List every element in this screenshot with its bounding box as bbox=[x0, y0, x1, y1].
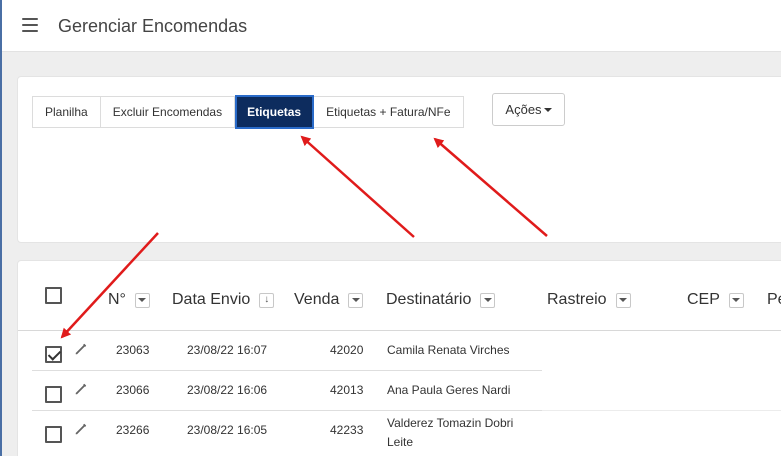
row-select-checkbox[interactable] bbox=[45, 346, 62, 363]
column-filter-dropdown-icon[interactable] bbox=[728, 292, 744, 308]
edit-pencil-icon[interactable] bbox=[74, 382, 88, 396]
tab-group: Planilha Excluir Encomendas Etiquetas Et… bbox=[32, 95, 464, 129]
column-header-destinatario: Destinatário bbox=[386, 291, 496, 309]
tab-excluir-encomendas[interactable]: Excluir Encomendas bbox=[100, 96, 236, 128]
hamburger-menu-icon[interactable] bbox=[22, 18, 38, 32]
cell-data-envio: 23/08/22 16:06 bbox=[187, 383, 268, 397]
sort-descending-icon[interactable]: ↓ bbox=[259, 292, 275, 308]
cell-venda: 42233 bbox=[330, 423, 364, 437]
actions-dropdown-button[interactable]: Ações bbox=[492, 93, 565, 126]
cell-data-envio: 23/08/22 16:05 bbox=[187, 423, 268, 437]
column-header-venda: Venda bbox=[294, 291, 364, 309]
table-row[interactable]: 23266 23/08/22 16:05 42233 Valderez Toma… bbox=[32, 411, 542, 453]
page-title: Gerenciar Encomendas bbox=[58, 16, 248, 36]
cell-venda: 42020 bbox=[330, 343, 364, 357]
column-header-numero: N° bbox=[108, 291, 150, 309]
actions-button-label: Ações bbox=[505, 102, 542, 117]
actions-panel: Planilha Excluir Encomendas Etiquetas Et… bbox=[17, 76, 781, 243]
edit-pencil-icon[interactable] bbox=[74, 422, 88, 436]
column-label: Venda bbox=[294, 291, 340, 308]
column-header-pe: Pe bbox=[767, 291, 781, 309]
cell-destinatario: Valderez Tomazin Dobri Leite bbox=[387, 414, 513, 452]
column-header-rastreio: Rastreio bbox=[547, 291, 631, 309]
table-header: N° Data Envio ↓ Venda Destinatário Rastr… bbox=[18, 261, 781, 331]
column-label: N° bbox=[108, 291, 126, 308]
destinatario-line: Leite bbox=[387, 435, 414, 449]
top-bar: Gerenciar Encomendas bbox=[2, 0, 781, 52]
row-select-checkbox[interactable] bbox=[45, 426, 62, 443]
caret-down-icon bbox=[543, 107, 552, 112]
column-filter-dropdown-icon[interactable] bbox=[134, 292, 150, 308]
column-label: Destinatário bbox=[386, 291, 472, 308]
column-label: CEP bbox=[687, 291, 720, 308]
cell-numero: 23063 bbox=[116, 343, 150, 357]
column-header-data-envio: Data Envio ↓ bbox=[172, 291, 275, 309]
cell-destinatario: Ana Paula Geres Nardi bbox=[387, 383, 511, 397]
window-left-edge bbox=[0, 0, 2, 456]
column-header-cep: CEP bbox=[687, 291, 744, 309]
column-label: Rastreio bbox=[547, 291, 607, 308]
column-filter-dropdown-icon[interactable] bbox=[348, 292, 364, 308]
row-select-checkbox[interactable] bbox=[45, 386, 62, 403]
row-divider-faded bbox=[542, 371, 781, 411]
cell-numero: 23066 bbox=[116, 383, 150, 397]
cell-data-envio: 23/08/22 16:07 bbox=[187, 343, 268, 357]
tab-planilha[interactable]: Planilha bbox=[32, 96, 101, 128]
column-label: Data Envio bbox=[172, 291, 251, 308]
orders-table-panel: N° Data Envio ↓ Venda Destinatário Rastr… bbox=[17, 260, 781, 456]
column-filter-dropdown-icon[interactable] bbox=[480, 292, 496, 308]
edit-pencil-icon[interactable] bbox=[74, 342, 88, 356]
column-label: Pe bbox=[767, 291, 781, 308]
tab-etiquetas[interactable]: Etiquetas bbox=[235, 95, 315, 129]
cell-destinatario: Camila Renata Virches bbox=[387, 343, 510, 357]
destinatario-line: Valderez Tomazin Dobri bbox=[387, 416, 514, 430]
table-row[interactable]: 23063 23/08/22 16:07 42020 Camila Renata… bbox=[32, 331, 542, 371]
tab-etiquetas-fatura-nfe[interactable]: Etiquetas + Fatura/NFe bbox=[314, 96, 464, 128]
cell-venda: 42013 bbox=[330, 383, 364, 397]
column-filter-dropdown-icon[interactable] bbox=[615, 292, 631, 308]
table-row[interactable]: 23066 23/08/22 16:06 42013 Ana Paula Ger… bbox=[32, 371, 542, 411]
select-all-checkbox[interactable] bbox=[45, 287, 62, 304]
cell-numero: 23266 bbox=[116, 423, 150, 437]
